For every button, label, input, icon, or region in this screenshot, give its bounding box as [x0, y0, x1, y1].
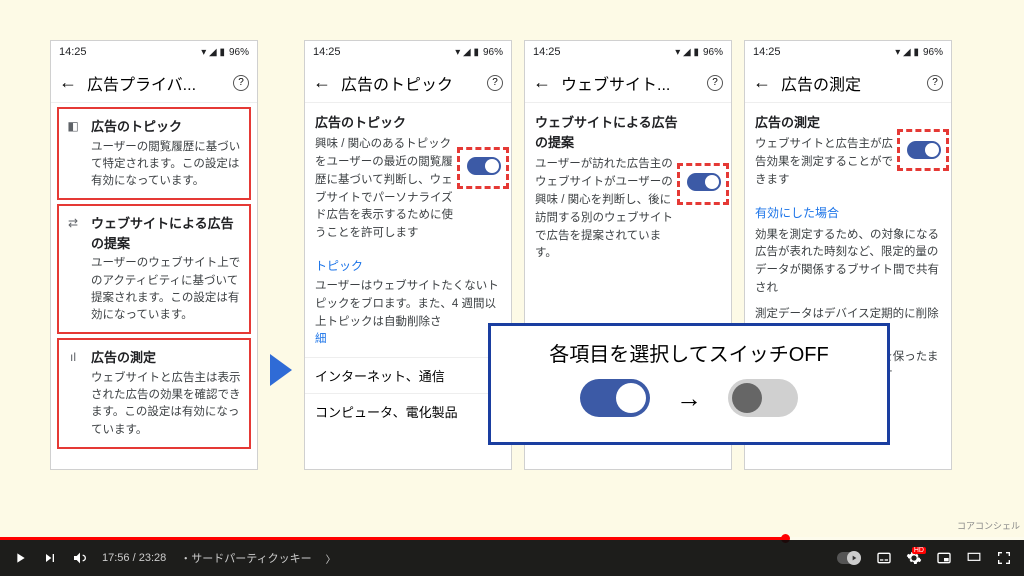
toggle-switch[interactable] — [907, 141, 941, 159]
titlebar: ← ウェブサイト... ? — [525, 63, 731, 103]
toggle-desc: 興味 / 関心のあるトピックをユーザーの最近の閲覧履歴に基づいて判断し、ウェブサ… — [315, 138, 453, 239]
back-icon[interactable]: ← — [313, 72, 331, 93]
toggle-row: 広告の測定ウェブサイトと広告主が広告効果を測定することができます — [745, 103, 951, 200]
setting-title: 広告のトピック — [91, 117, 243, 137]
page-title: ウェブサイト... — [561, 71, 697, 95]
detail-link[interactable]: 細 — [315, 333, 327, 345]
titlebar: ← 広告の測定 ? — [745, 63, 951, 103]
back-icon[interactable]: ← — [753, 72, 771, 93]
page-title: 広告の測定 — [781, 71, 917, 95]
category-row[interactable]: インターネット、通信 ✕ — [305, 357, 511, 393]
toggle-row: ウェブサイトによる広告の提案ユーザーが訪れた広告主のウェブサイトがユーザーの興味… — [525, 103, 731, 273]
video-chapter[interactable]: ・サードパーティクッキー — [180, 550, 311, 566]
titlebar: ← 広告のトピック ? — [305, 63, 511, 103]
toggle-desc: ウェブサイトと広告主が広告効果を測定することができます — [755, 138, 893, 186]
statusbar: 14:25 ▾ ◢ ▮96% — [51, 41, 257, 63]
toggle-title: 広告のトピック — [315, 113, 459, 133]
category-label: コンピュータ、電化製品 — [315, 402, 458, 421]
toggle-switch[interactable] — [687, 173, 721, 191]
video-time: 17:56 / 23:28 — [102, 552, 166, 564]
status-time: 14:25 — [753, 46, 781, 58]
status-icons: ▾ ◢ ▮96% — [895, 47, 943, 58]
status-icons: ▾ ◢ ▮96% — [675, 47, 723, 58]
measure-icon: ıl — [65, 350, 81, 364]
subhead-enabled: 有効にした場合 — [745, 200, 951, 223]
fullscreen-button[interactable] — [996, 550, 1012, 566]
setting-desc: ユーザーの閲覧履歴に基づいて特定されます。この設定は有効になっています。 — [91, 141, 240, 188]
statusbar: 14:25 ▾ ◢ ▮96% — [745, 41, 951, 63]
statusbar: 14:25 ▾ ◢ ▮96% — [525, 41, 731, 63]
settings-button[interactable]: HD — [906, 550, 922, 566]
toggle-switch[interactable] — [467, 157, 501, 175]
chevron-right-icon: 〉 — [326, 551, 336, 566]
setting-desc: ユーザーのウェブサイト上でのアクティビティに基づいて提案されます。この設定は有効… — [91, 257, 240, 321]
section-desc: ユーザーはウェブサイトたくないトピックをブロます。また、4 週間以上トピックは自… — [305, 276, 511, 357]
help-icon[interactable]: ? — [927, 75, 943, 91]
back-icon[interactable]: ← — [59, 72, 77, 93]
toggle-off-illustration — [728, 379, 798, 417]
subhead-topics: トピック — [305, 253, 511, 276]
page-title: 広告プライバ... — [87, 71, 223, 95]
phone-screenshot-2: 14:25 ▾ ◢ ▮96% ← 広告のトピック ? 広告のトピック興味 / 関… — [304, 40, 512, 470]
arrow-icon — [270, 354, 292, 386]
setting-desc: ウェブサイトと広告主は表示された広告の効果を確認できます。この設定は有効になって… — [91, 372, 241, 436]
status-icons: ▾ ◢ ▮96% — [455, 47, 503, 58]
setting-row-sites[interactable]: ⇄ ウェブサイトによる広告の提案ユーザーのウェブサイト上でのアクティビティに基づ… — [57, 204, 251, 334]
autoplay-toggle[interactable] — [836, 550, 862, 566]
status-time: 14:25 — [533, 46, 561, 58]
status-time: 14:25 — [59, 46, 87, 58]
callout-title: 各項目を選択してスイッチOFF — [507, 338, 871, 367]
help-icon[interactable]: ? — [707, 75, 723, 91]
video-player-bar: 17:56 / 23:28 ・サードパーティクッキー 〉 HD — [0, 540, 1024, 576]
setting-title: ウェブサイトによる広告の提案 — [91, 214, 243, 253]
miniplayer-button[interactable] — [936, 550, 952, 566]
toggle-title: 広告の測定 — [755, 113, 899, 133]
setting-row-measure[interactable]: ıl 広告の測定ウェブサイトと広告主は表示された広告の効果を確認できます。この設… — [57, 338, 251, 449]
page-title: 広告のトピック — [341, 71, 477, 95]
topics-icon: ◧ — [65, 119, 81, 133]
status-time: 14:25 — [313, 46, 341, 58]
category-label: インターネット、通信 — [315, 366, 445, 385]
arrow-icon: → — [676, 383, 702, 414]
toggle-row: 広告のトピック興味 / 関心のあるトピックをユーザーの最近の閲覧履歴に基づいて判… — [305, 103, 511, 253]
sites-icon: ⇄ — [65, 216, 81, 230]
phone-screenshot-1: 14:25 ▾ ◢ ▮96% ← 広告プライバ... ? ◧ 広告のトピックユー… — [50, 40, 258, 470]
status-icons: ▾ ◢ ▮96% — [201, 47, 249, 58]
watermark: コアコンシェル — [957, 519, 1020, 532]
setting-row-topics[interactable]: ◧ 広告のトピックユーザーの閲覧履歴に基づいて特定されます。この設定は有効になっ… — [57, 107, 251, 200]
toggle-desc: ユーザーが訪れた広告主のウェブサイトがユーザーの興味 / 関心を判断し、後に訪問… — [535, 158, 673, 259]
play-button[interactable] — [12, 550, 28, 566]
toggle-title: ウェブサイトによる広告の提案 — [535, 113, 679, 153]
setting-title: 広告の測定 — [91, 348, 243, 368]
help-icon[interactable]: ? — [233, 75, 249, 91]
callout-overlay: 各項目を選択してスイッチOFF → — [488, 323, 890, 445]
help-icon[interactable]: ? — [487, 75, 503, 91]
toggle-on-illustration — [580, 379, 650, 417]
statusbar: 14:25 ▾ ◢ ▮96% — [305, 41, 511, 63]
titlebar: ← 広告プライバ... ? — [51, 63, 257, 103]
captions-button[interactable] — [876, 550, 892, 566]
back-icon[interactable]: ← — [533, 72, 551, 93]
next-button[interactable] — [42, 550, 58, 566]
category-row[interactable]: コンピュータ、電化製品 ✕ — [305, 393, 511, 429]
volume-button[interactable] — [72, 550, 88, 566]
section-desc: 効果を測定するため、の対象になる広告が表れた時刻など、限定的量のデータが関係する… — [745, 223, 951, 306]
theater-button[interactable] — [966, 550, 982, 566]
